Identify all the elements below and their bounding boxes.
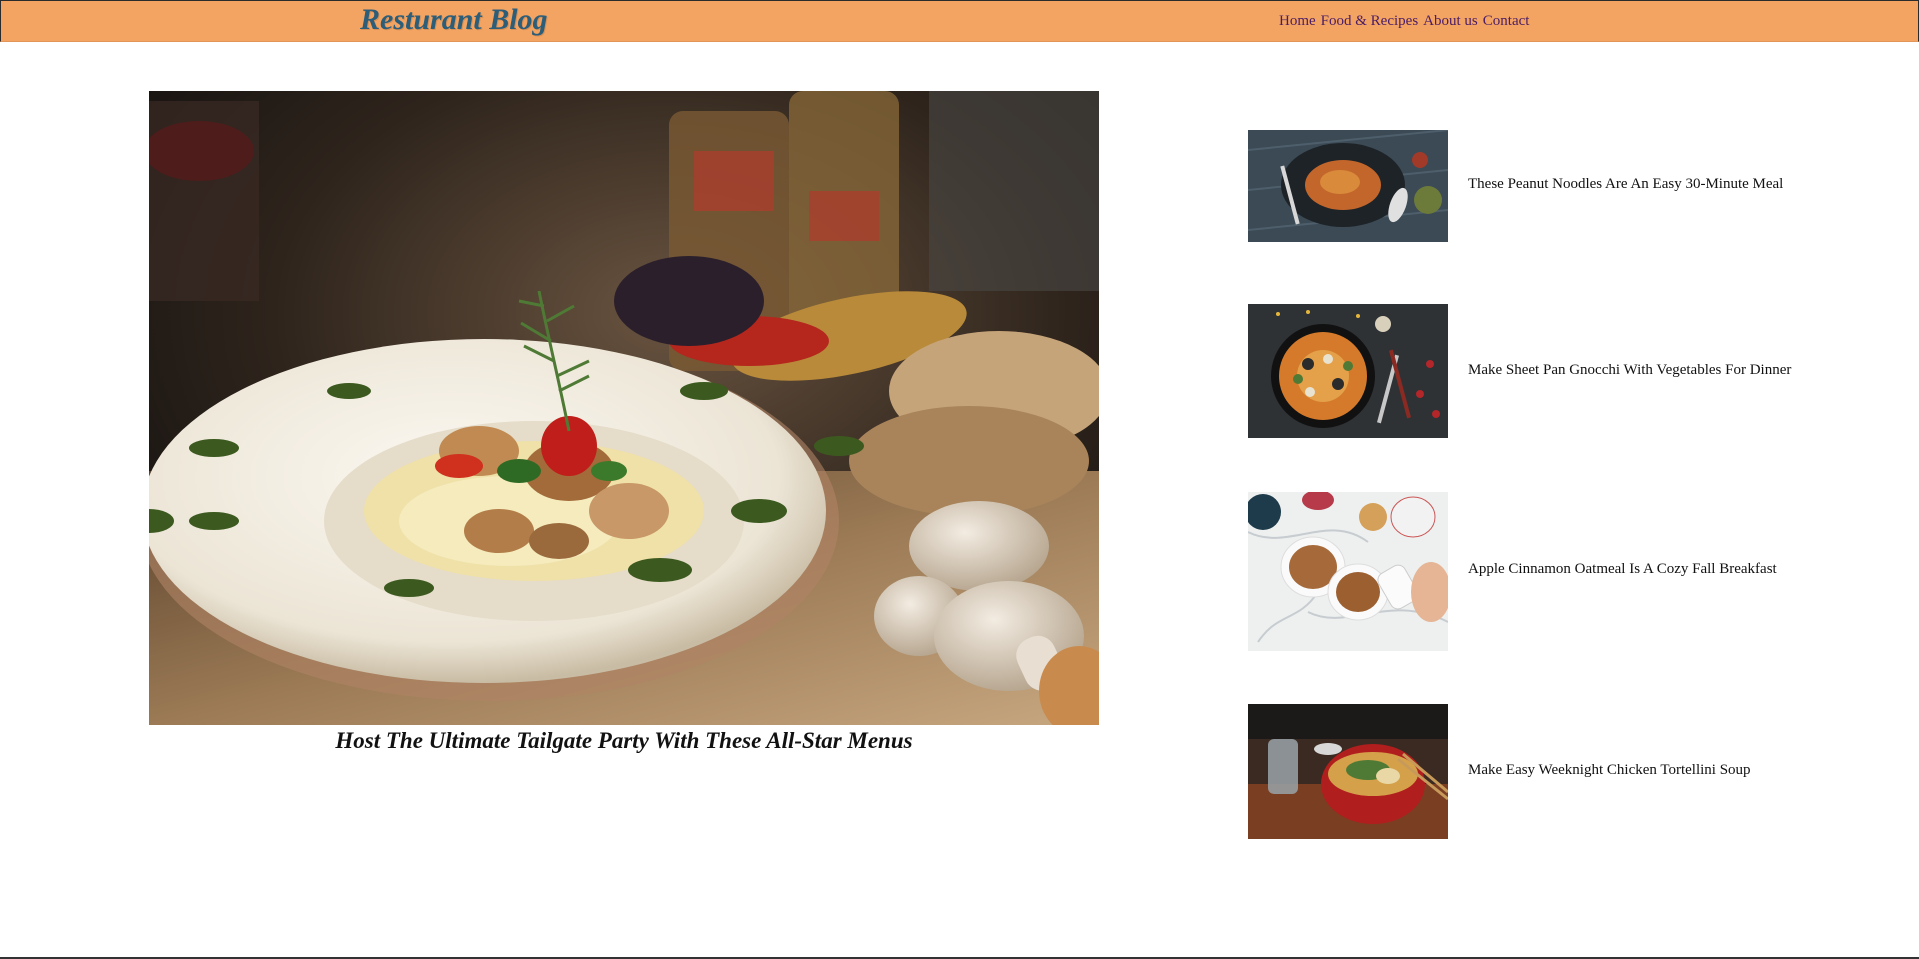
sidebar-post-title[interactable]: Make Sheet Pan Gnocchi With Vegetables F… xyxy=(1468,362,1791,379)
sidebar-post-title[interactable]: Make Easy Weeknight Chicken Tortellini S… xyxy=(1468,762,1751,779)
paella-pan-thumbnail[interactable] xyxy=(1248,304,1448,438)
nav-link-contact[interactable]: Contact xyxy=(1483,13,1530,30)
oatmeal-bowls-thumbnail[interactable] xyxy=(1248,492,1448,651)
peanut-noodles-thumbnail[interactable] xyxy=(1248,130,1448,242)
nav-link-food-recipes[interactable]: Food & Recipes xyxy=(1321,13,1419,30)
ramen-bowl-thumbnail[interactable] xyxy=(1248,704,1448,839)
nav-link-about[interactable]: About us xyxy=(1423,13,1478,30)
featured-post-title[interactable]: Host The Ultimate Tailgate Party With Th… xyxy=(149,728,1099,754)
top-navbar: Resturant Blog Home Food & Recipes About… xyxy=(0,0,1919,42)
sidebar-post-title[interactable]: These Peanut Noodles Are An Easy 30-Minu… xyxy=(1468,176,1783,193)
sidebar-post-title[interactable]: Apple Cinnamon Oatmeal Is A Cozy Fall Br… xyxy=(1468,561,1777,578)
main-nav: Home Food & Recipes About us Contact xyxy=(1279,13,1529,30)
site-logo[interactable]: Resturant Blog xyxy=(360,3,548,37)
featured-image[interactable] xyxy=(149,91,1099,725)
nav-link-home[interactable]: Home xyxy=(1279,13,1316,30)
